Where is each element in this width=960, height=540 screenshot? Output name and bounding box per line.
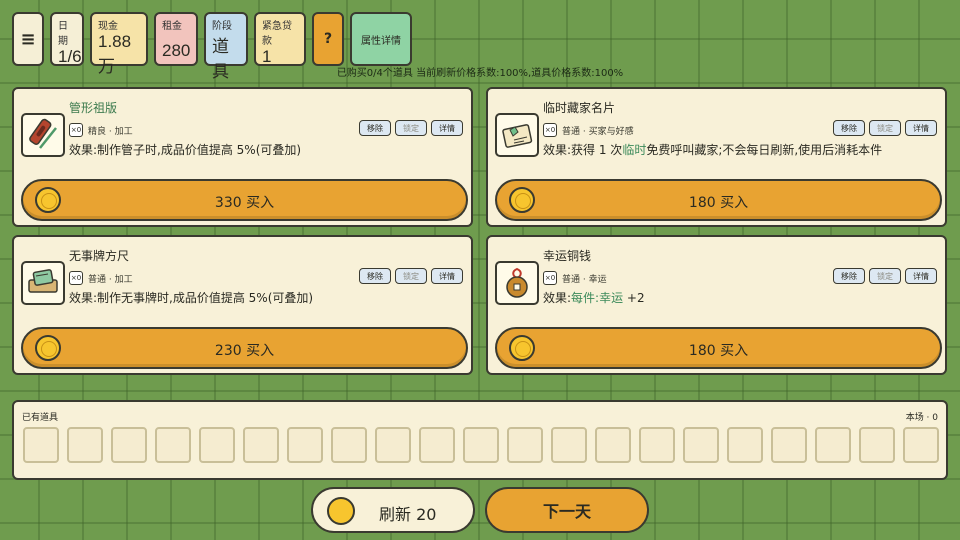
- lock-button[interactable]: 锁定: [395, 120, 427, 136]
- buy-button[interactable]: 230 买入: [21, 327, 468, 369]
- inventory-slot[interactable]: [375, 427, 411, 463]
- refresh-label: 刷新 20: [379, 505, 437, 524]
- buy-price-label: 330 买入: [214, 195, 275, 211]
- rent-value: 280: [162, 41, 191, 60]
- detail-button[interactable]: 详情: [905, 268, 937, 284]
- rent-stat: 租金 280: [154, 12, 198, 66]
- rent-label: 租金: [162, 21, 182, 32]
- help-button[interactable]: ?: [312, 12, 344, 66]
- item-tags: 普通 · 买家与好感: [562, 127, 634, 137]
- next-day-button[interactable]: 下一天: [485, 487, 649, 533]
- buy-price-label: 230 买入: [214, 343, 275, 359]
- tube-mold-icon: [21, 113, 65, 157]
- buy-price-label: 180 买入: [688, 343, 749, 359]
- lock-button[interactable]: 锁定: [869, 268, 901, 284]
- effect-highlight: 临时: [622, 143, 647, 157]
- inventory-slot[interactable]: [683, 427, 719, 463]
- item-effect: 效果:制作无事牌时,成品价值提高 5%(可叠加): [69, 291, 314, 305]
- item-name: 临时藏家名片: [543, 101, 616, 115]
- inventory-slot[interactable]: [243, 427, 279, 463]
- lock-button[interactable]: 锁定: [395, 268, 427, 284]
- remove-button[interactable]: 移除: [833, 120, 865, 136]
- shop-item-card: 幸运铜钱 ×0 普通 · 幸运 移除 锁定 详情 效果:每件:幸运 +2 180…: [486, 235, 947, 375]
- lucky-coin-icon: [495, 261, 539, 305]
- item-effect: 效果:获得 1 次临时免费呼叫藏家;不会每日刷新,使用后消耗本件: [543, 141, 882, 158]
- shop-item-card: 临时藏家名片 ×0 普通 · 买家与好感 移除 锁定 详情 效果:获得 1 次临…: [486, 87, 947, 227]
- effect-highlight: 每件:幸运: [571, 291, 624, 305]
- loan-label: 紧急贷款: [262, 21, 292, 47]
- inventory-slot[interactable]: [23, 427, 59, 463]
- effect-text: 效果:: [543, 291, 572, 305]
- stage-label: 阶段: [212, 21, 232, 32]
- buy-button[interactable]: 180 买入: [495, 179, 942, 221]
- inventory-slot[interactable]: [331, 427, 367, 463]
- inventory-slot[interactable]: [815, 427, 851, 463]
- effect-text: 效果:获得 1 次: [543, 143, 623, 157]
- owned-items-panel: 已有道具 本场 · 0: [12, 400, 948, 480]
- purchase-status-text: 已购买0/4个道具 当前刷新价格系数:100%,道具价格系数:100%: [336, 68, 624, 79]
- emergency-loan-stat[interactable]: 紧急贷款 1: [254, 12, 306, 66]
- detail-button[interactable]: 详情: [431, 120, 463, 136]
- buy-button[interactable]: 180 买入: [495, 327, 942, 369]
- inventory-slot[interactable]: [463, 427, 499, 463]
- item-effect: 效果:制作管子时,成品价值提高 5%(可叠加): [69, 143, 302, 157]
- cash-label: 现金: [98, 21, 118, 32]
- owned-items-title: 已有道具: [22, 413, 59, 423]
- inventory-slot[interactable]: [67, 427, 103, 463]
- date-stat: 日期 1/6: [50, 12, 84, 66]
- item-name: 幸运铜钱: [543, 249, 592, 263]
- shop-item-card: 无事牌方尺 ×0 普通 · 加工 移除 锁定 详情 效果:制作无事牌时,成品价值…: [12, 235, 473, 375]
- inventory-slot[interactable]: [903, 427, 939, 463]
- inventory-slot[interactable]: [111, 427, 147, 463]
- inventory-slot[interactable]: [199, 427, 235, 463]
- inventory-slot[interactable]: [771, 427, 807, 463]
- buy-button[interactable]: 330 买入: [21, 179, 468, 221]
- item-count-badge: ×0: [543, 123, 557, 137]
- detail-button[interactable]: 详情: [905, 120, 937, 136]
- inventory-slot[interactable]: [595, 427, 631, 463]
- item-name: 管形祖版: [69, 101, 118, 115]
- inventory-slot[interactable]: [551, 427, 587, 463]
- top-bar: ≡ 日期 1/6 现金 1.88万 租金 280 阶段 道具 紧急贷款 1 ? …: [12, 12, 412, 81]
- item-tags: 精良 · 加工: [88, 127, 133, 137]
- stage-stat: 阶段 道具: [204, 12, 248, 81]
- shop-item-card: 管形祖版 ×0 精良 · 加工 移除 锁定 详情 效果:制作管子时,成品价值提高…: [12, 87, 473, 227]
- square-ruler-icon: [21, 261, 65, 305]
- attribute-details-button[interactable]: 属性详情: [350, 12, 412, 66]
- inventory-slots: [23, 427, 939, 463]
- date-label: 日期: [58, 21, 68, 47]
- item-count-badge: ×0: [69, 123, 83, 137]
- coin-icon: [327, 497, 355, 525]
- buy-price-label: 180 买入: [688, 195, 749, 211]
- inventory-slot[interactable]: [727, 427, 763, 463]
- inventory-slot[interactable]: [859, 427, 895, 463]
- effect-text: 免费呼叫藏家;不会每日刷新,使用后消耗本件: [646, 143, 883, 157]
- remove-button[interactable]: 移除: [359, 268, 391, 284]
- remove-button[interactable]: 移除: [833, 268, 865, 284]
- item-count-badge: ×0: [543, 271, 557, 285]
- business-card-icon: [495, 113, 539, 157]
- effect-text: +2: [623, 291, 645, 305]
- inventory-slot[interactable]: [419, 427, 455, 463]
- inventory-slot[interactable]: [155, 427, 191, 463]
- inventory-slot[interactable]: [287, 427, 323, 463]
- inventory-slot[interactable]: [639, 427, 675, 463]
- item-tags: 普通 · 加工: [88, 275, 133, 285]
- inventory-slot[interactable]: [507, 427, 543, 463]
- item-name: 无事牌方尺: [69, 249, 130, 263]
- item-count-badge: ×0: [69, 271, 83, 285]
- lock-button[interactable]: 锁定: [869, 120, 901, 136]
- item-effect: 效果:每件:幸运 +2: [543, 289, 645, 306]
- hamburger-menu-icon[interactable]: ≡: [12, 12, 44, 66]
- remove-button[interactable]: 移除: [359, 120, 391, 136]
- refresh-button[interactable]: 刷新 20: [311, 487, 475, 533]
- owned-items-count: 本场 · 0: [905, 413, 938, 423]
- cash-stat: 现金 1.88万: [90, 12, 148, 76]
- detail-button[interactable]: 详情: [431, 268, 463, 284]
- item-tags: 普通 · 幸运: [562, 275, 607, 285]
